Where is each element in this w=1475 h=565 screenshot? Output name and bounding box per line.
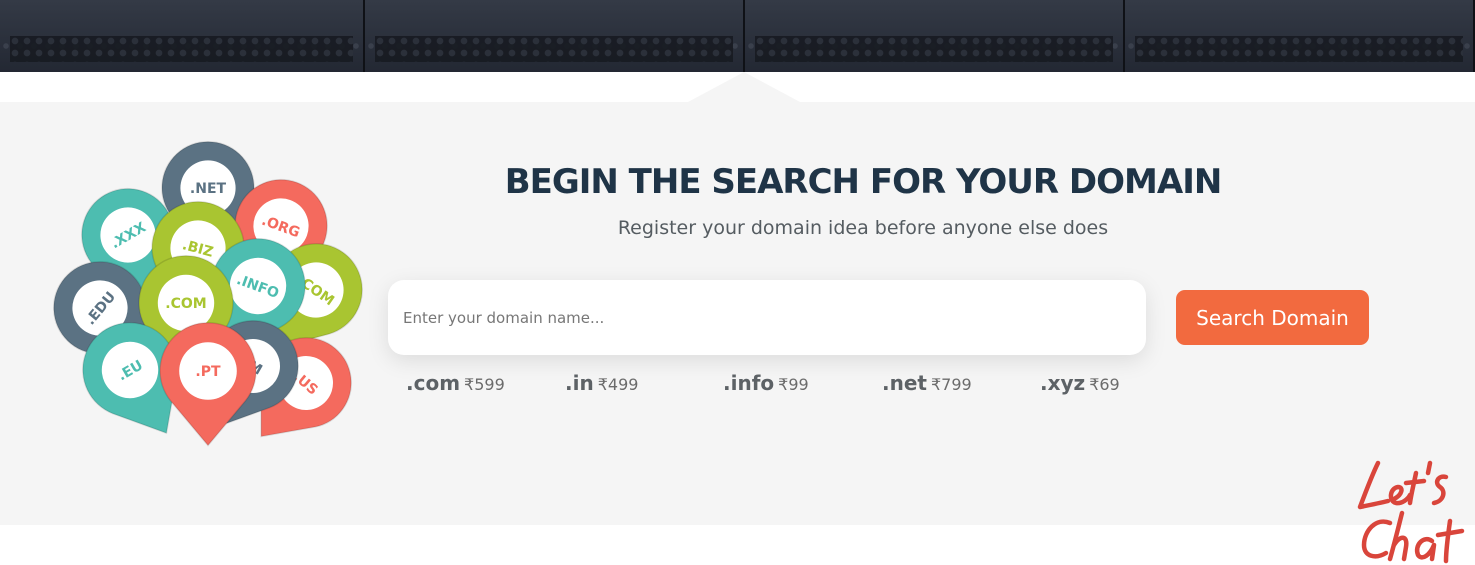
price-amount: ₹799 <box>930 375 972 394</box>
price-extension: .net <box>882 371 927 395</box>
price-amount: ₹99 <box>778 375 809 394</box>
domain-search-input[interactable] <box>403 308 1146 327</box>
price-item-net: .net ₹799 <box>882 371 972 395</box>
balloon-label: .NET <box>190 181 227 197</box>
section-notch <box>688 72 800 102</box>
price-amount: ₹69 <box>1089 375 1120 394</box>
chat-logo-icon <box>1357 460 1465 564</box>
price-item-com: .com ₹599 <box>406 371 505 395</box>
price-amount: ₹599 <box>464 375 505 394</box>
price-item-info: .info ₹99 <box>723 371 809 395</box>
price-item-xyz: .xyz ₹69 <box>1040 371 1120 395</box>
server-rack-image <box>0 0 365 72</box>
price-extension: .info <box>723 371 775 395</box>
price-extension: .com <box>406 371 461 395</box>
domain-search-box <box>388 280 1146 355</box>
price-extension: .xyz <box>1040 371 1086 395</box>
domain-balloon: .PT <box>159 321 257 447</box>
hero-server-banner <box>0 0 1475 72</box>
balloon-label: .COM <box>165 296 206 312</box>
balloon-label: .PT <box>195 364 221 380</box>
price-item-in: .in ₹499 <box>565 371 638 395</box>
lets-chat-widget[interactable] <box>1350 455 1475 565</box>
price-amount: ₹499 <box>597 375 639 394</box>
price-extension: .in <box>565 371 594 395</box>
search-domain-button[interactable]: Search Domain <box>1176 290 1369 345</box>
server-rack-image <box>1125 0 1475 72</box>
server-rack-image <box>745 0 1125 72</box>
section-subtitle: Register your domain idea before anyone … <box>617 217 1109 239</box>
server-rack-image <box>365 0 745 72</box>
domain-balloons-illustration: .NET.XXX.ORG.BIZ.COM.INFO.EDU.COM.US.M.E… <box>48 138 378 478</box>
section-title: BEGIN THE SEARCH FOR YOUR DOMAIN <box>504 162 1223 202</box>
